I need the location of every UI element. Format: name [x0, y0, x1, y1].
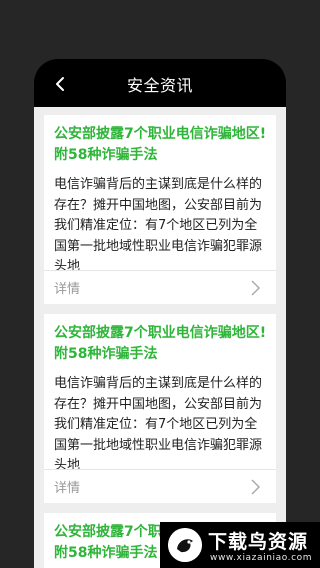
news-summary: 电信诈骗背后的主谋到底是什么样的存在？摊开中国地图，公安部目前为我们精准定位：有… — [54, 376, 263, 473]
details-link[interactable]: 详情 — [54, 278, 80, 297]
details-row[interactable]: 详情 — [44, 271, 276, 304]
watermark-name: 下载鸟资源 — [208, 531, 309, 553]
watermark-logo: 下载鸟资源 www.xiazainiao.com — [160, 522, 320, 568]
news-summary: 电信诈骗背后的主谋到底是什么样的存在？摊开中国地图，公安部目前为我们精准定位：有… — [54, 177, 263, 274]
news-card[interactable]: 公安部披露7个职业电信诈骗地区!附58种诈骗手法 电信诈骗背后的主谋到底是什么样… — [44, 115, 276, 304]
news-headline[interactable]: 公安部披露7个职业电信诈骗地区!附58种诈骗手法 — [54, 323, 268, 365]
details-link[interactable]: 详情 — [54, 477, 80, 496]
chevron-left-icon[interactable] — [52, 75, 70, 93]
watermark-url: www.xiazainiao.com — [210, 553, 313, 563]
news-card[interactable]: 公安部披露7个职业电信诈骗地区!附58种诈骗手法 电信诈骗背后的主谋到底是什么样… — [44, 314, 276, 503]
phone-frame: 安全资讯 公安部披露7个职业电信诈骗地区!附58种诈骗手法 电信诈骗背后的主谋到… — [34, 59, 286, 568]
chevron-right-icon — [251, 280, 261, 296]
bird-logo-icon — [168, 528, 202, 562]
news-headline[interactable]: 公安部披露7个职业电信诈骗地区!附58种诈骗手法 — [54, 124, 268, 166]
news-list[interactable]: 公安部披露7个职业电信诈骗地区!附58种诈骗手法 电信诈骗背后的主谋到底是什么样… — [34, 107, 286, 568]
nav-bar: 安全资讯 — [34, 59, 286, 109]
chevron-right-icon — [251, 479, 261, 495]
details-row[interactable]: 详情 — [44, 470, 276, 503]
page-title: 安全资讯 — [126, 76, 193, 95]
